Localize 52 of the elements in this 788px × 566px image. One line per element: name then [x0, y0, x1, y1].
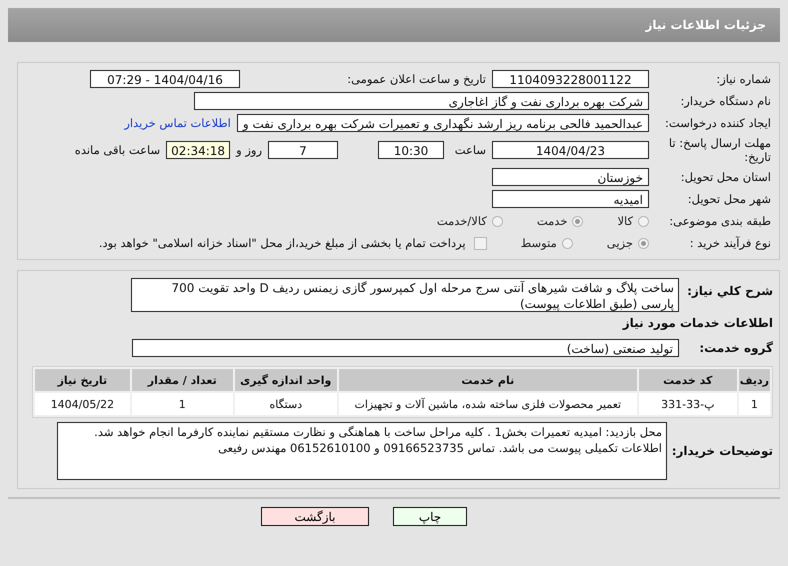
buyer-contact-link[interactable]: اطلاعات تماس خریدار	[124, 116, 231, 130]
table-cell: پ-33-331	[638, 393, 737, 415]
process-radio[interactable]: متوسط	[520, 236, 573, 250]
table-cell: 1	[132, 393, 233, 415]
field-label: نوع فرآیند خرید :	[688, 236, 772, 250]
column-header: ردیف	[738, 369, 770, 391]
table-cell: تعمیر محصولات فلزی ساخته شده، ماشین آلات و تجهیزات	[338, 393, 637, 415]
need-number-field: 1104093228001122	[492, 70, 649, 88]
payment-checkbox[interactable]	[474, 236, 487, 250]
description-field: ساخت پلاگ و شافت شیرهای آنتی سرج مرحله اول کمپرسور گازی زیمنس ردیف D واحد تقویت 700 پارسی (طبق اطلاعات پیوست)	[131, 278, 679, 312]
field-label: شرح کلي نياز:	[686, 284, 774, 298]
creator-field: عبدالحمید فالحی برنامه ریز ارشد نگهداری و تعمیرات شرکت بهره برداری نفت و	[236, 114, 649, 132]
buyer-field: شرکت بهره برداری نفت و گاز اغاجاری	[194, 92, 649, 110]
process-radio[interactable]: جزیی	[606, 236, 649, 250]
field-label: ساعت باقی مانده	[74, 143, 160, 157]
field-label: نام دستگاه خریدار:	[679, 94, 772, 108]
section-title: اطلاعات خدمات مورد نیاز	[621, 316, 774, 330]
city-field: امیدیه	[492, 190, 649, 208]
field-label: مهلت ارسال پاسخ: تا تاریخ:	[668, 136, 772, 164]
category-radio[interactable]: خدمت	[536, 214, 584, 228]
days-field: 7	[268, 141, 338, 159]
field-label: ساعت	[454, 143, 486, 157]
table-cell: 1	[738, 393, 770, 415]
field-label: شماره نیاز:	[715, 72, 772, 86]
table-cell: 1404/05/22	[35, 393, 130, 415]
column-header: کد خدمت	[638, 369, 737, 391]
category-radio[interactable]: کالا	[617, 214, 649, 228]
table-cell: دستگاه	[234, 393, 337, 415]
category-radio[interactable]: کالا/خدمت	[436, 214, 503, 228]
remaining-time-field: 02:34:18	[166, 141, 230, 159]
column-header: نام خدمت	[338, 369, 637, 391]
buyer-notes-field: محل بازدید: امیدیه تعمیرات بخش1 . کلیه مراحل ساخت با هماهنگی و نظارت مستقیم نماینده کارفرما انجام خواهد شد. اطلاعات تکمیلی پیوست می باشد. تماس 09166523735 و 06152610100 مهندس رفیعی	[57, 422, 667, 480]
column-header: تعداد / مقدار	[132, 369, 233, 391]
column-header: واحد اندازه گیری	[234, 369, 337, 391]
announce-date-field: 1404/04/16 - 07:29	[90, 70, 240, 88]
action-button[interactable]: چاپ	[393, 507, 467, 526]
deadline-date-field: 1404/04/23	[492, 141, 649, 159]
field-label: گروه خدمت:	[698, 341, 774, 355]
field-label: شهر محل تحویل:	[686, 192, 772, 206]
field-label: توضیحات خریدار:	[670, 444, 774, 458]
deadline-time-field: 10:30	[378, 141, 444, 159]
field-label: طبقه بندی موضوعی:	[668, 214, 772, 228]
action-button[interactable]: بازگشت	[261, 507, 369, 526]
field-label: ایجاد کننده درخواست:	[664, 116, 772, 130]
field-label: روز و	[236, 143, 262, 157]
field-label: تاریخ و ساعت اعلان عمومی:	[346, 72, 486, 86]
column-header: تاریخ نیاز	[35, 369, 130, 391]
service-group-field: تولید صنعتی (ساخت)	[132, 339, 679, 357]
payment-text: پرداخت تمام یا بخشی از مبلغ خرید،از محل "اسناد خزانه اسلامی" خواهد بود.	[98, 236, 466, 250]
page-title: جزئیات اطلاعات نیاز	[645, 18, 766, 32]
province-field: خوزستان	[492, 168, 649, 186]
field-label: استان محل تحویل:	[680, 170, 772, 184]
